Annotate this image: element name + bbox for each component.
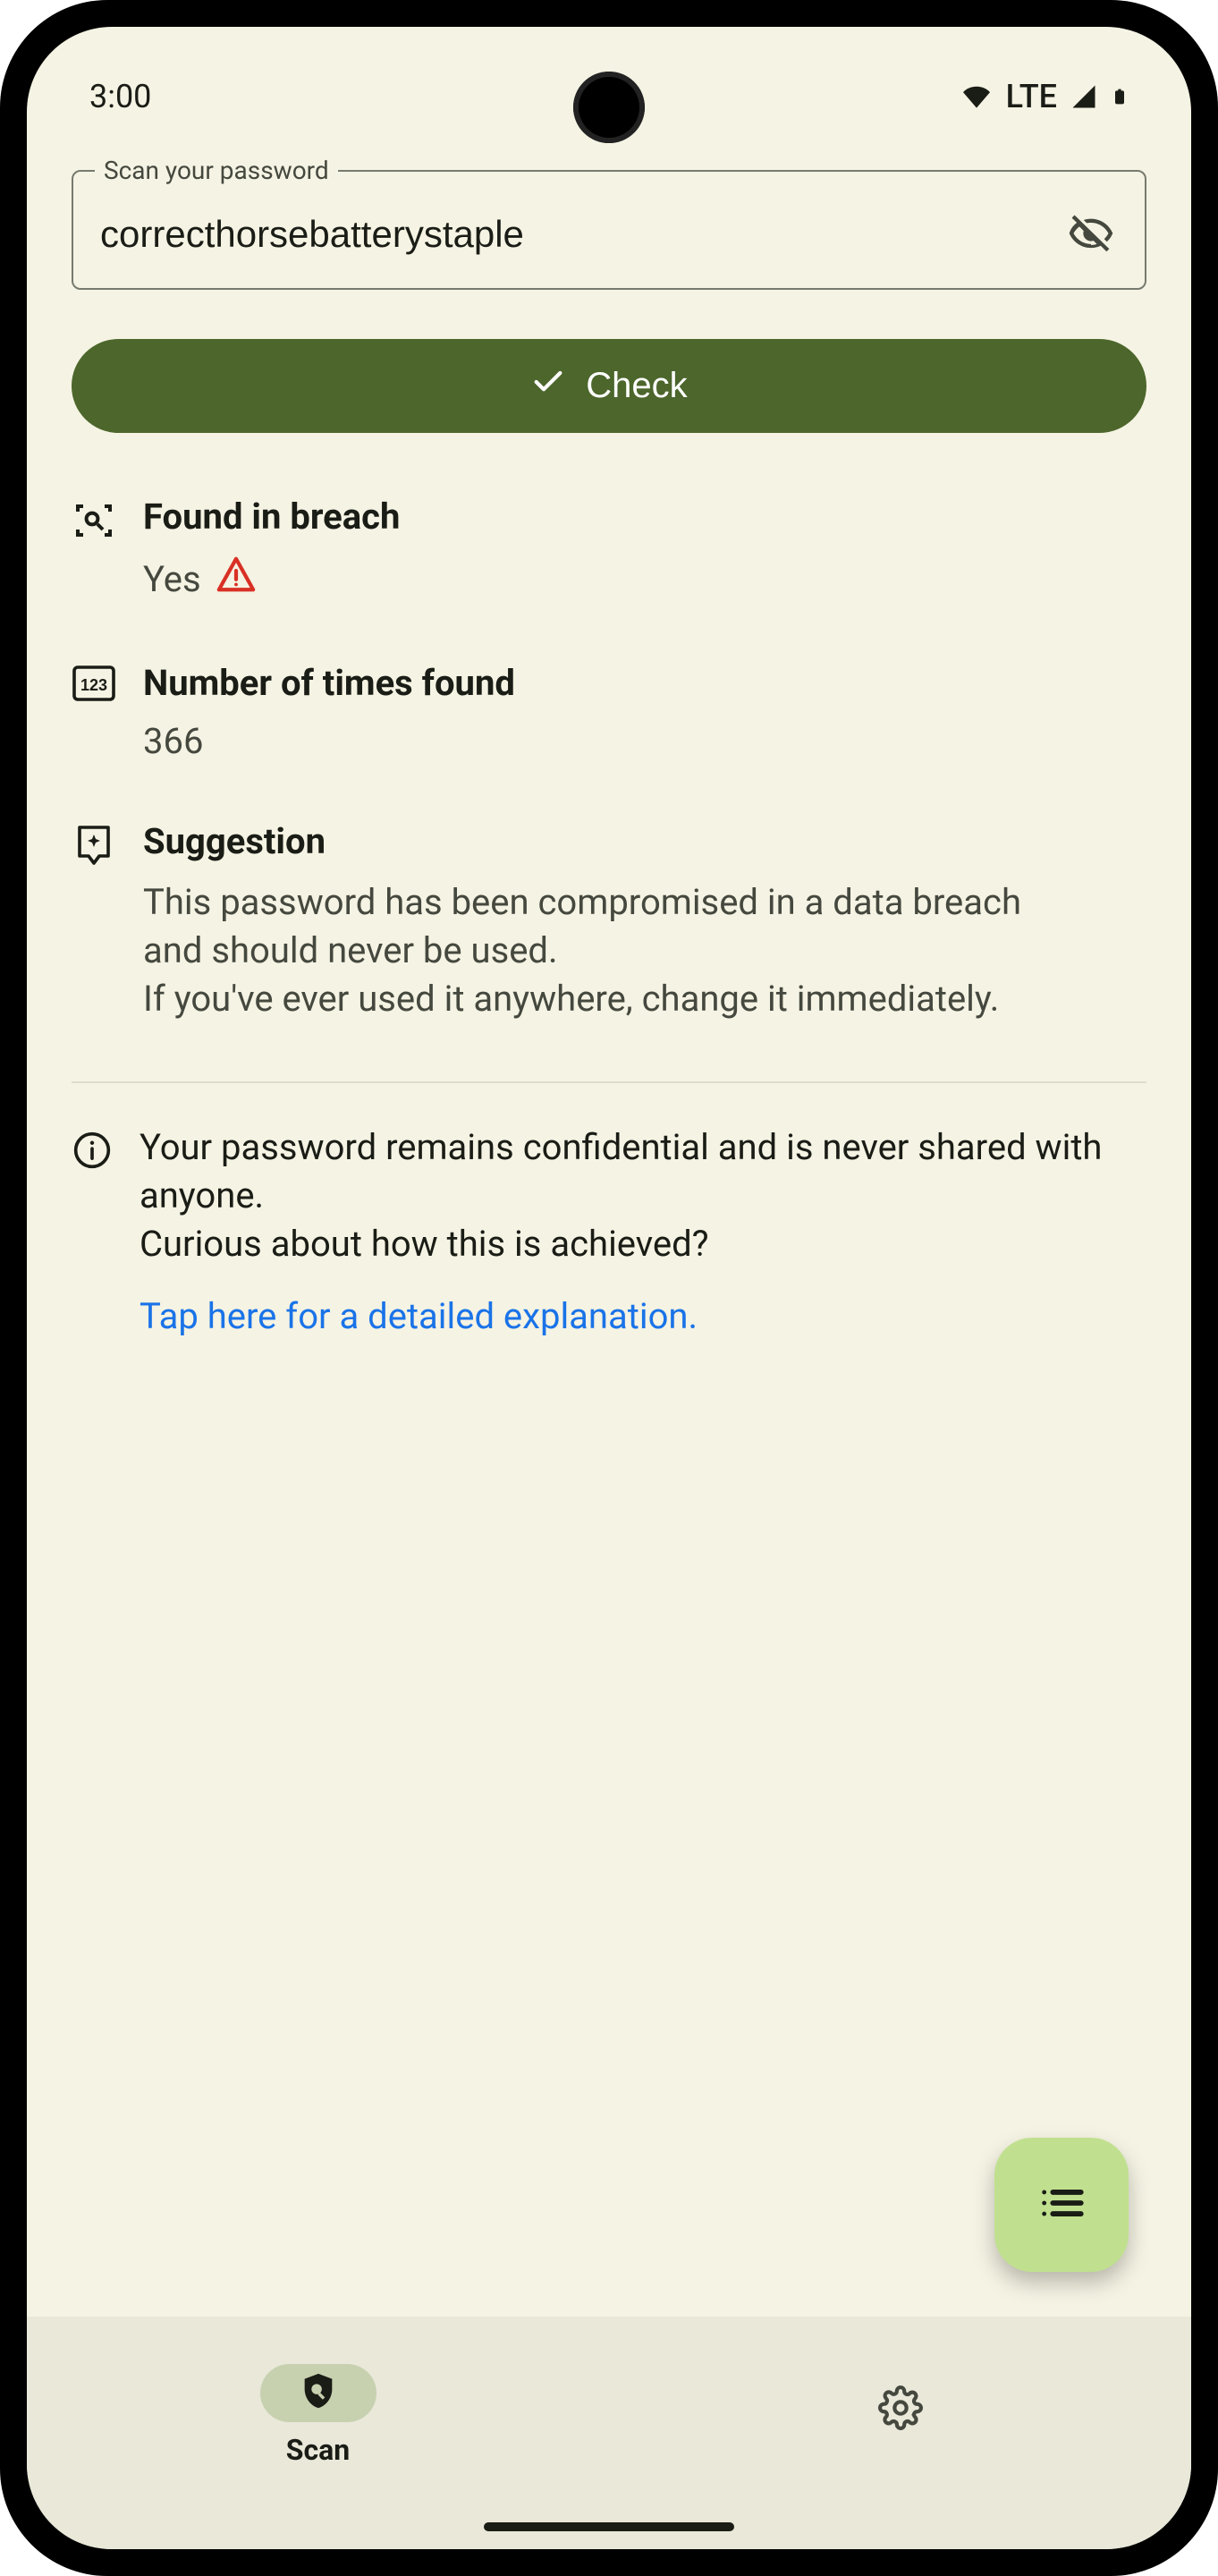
result-count-value: 366: [143, 720, 1146, 762]
check-button-label: Check: [586, 366, 687, 406]
status-time: 3:00: [89, 78, 151, 115]
password-input-label: Scan your password: [95, 156, 338, 185]
result-suggestion: Suggestion This password has been compro…: [72, 820, 1146, 1023]
number-icon: 123: [72, 662, 116, 762]
scan-icon: [72, 496, 116, 604]
gesture-bar[interactable]: [484, 2522, 734, 2531]
result-breach-value: Yes: [143, 558, 201, 600]
network-label: LTE: [1006, 78, 1057, 115]
warning-icon: [216, 554, 257, 604]
shield-scan-icon: [298, 2370, 339, 2415]
gear-icon: [878, 2385, 923, 2434]
nav-item-settings[interactable]: Settings: [609, 2317, 1191, 2549]
info-link[interactable]: Tap here for a detailed explanation.: [140, 1295, 1146, 1337]
status-icons: LTE: [960, 78, 1129, 115]
check-icon: [530, 364, 566, 409]
nav-scan-label: Scan: [286, 2433, 350, 2467]
result-suggestion-body: This password has been compromised in a …: [143, 878, 1037, 1023]
main-content: Scan your password Check: [27, 134, 1191, 1337]
info-text: Your password remains confidential and i…: [140, 1123, 1146, 1268]
bottom-nav: Scan Settings: [27, 2317, 1191, 2549]
result-count: 123 Number of times found 366: [72, 662, 1146, 762]
result-count-title: Number of times found: [143, 662, 1146, 704]
wifi-icon: [960, 83, 994, 110]
password-input-container[interactable]: Scan your password: [72, 170, 1146, 290]
results-section: Found in breach Yes 123 Nu: [72, 433, 1146, 1337]
screen: 3:00 LTE Scan your password: [27, 27, 1191, 2549]
svg-text:123: 123: [80, 676, 107, 694]
signal-icon: [1070, 83, 1098, 110]
password-input[interactable]: [100, 213, 1064, 256]
result-breach: Found in breach Yes: [72, 496, 1146, 604]
suggestion-icon: [72, 820, 116, 1023]
fab-list-button[interactable]: [994, 2138, 1129, 2272]
battery-icon: [1111, 82, 1129, 111]
nav-item-scan[interactable]: Scan: [27, 2317, 609, 2549]
device-frame: 3:00 LTE Scan your password: [0, 0, 1218, 2576]
divider: [72, 1081, 1146, 1083]
info-section: Your password remains confidential and i…: [72, 1123, 1146, 1337]
check-button[interactable]: Check: [72, 339, 1146, 433]
visibility-toggle-icon[interactable]: [1064, 208, 1118, 261]
info-icon: [72, 1123, 113, 1170]
result-suggestion-title: Suggestion: [143, 820, 1146, 862]
result-breach-title: Found in breach: [143, 496, 1146, 538]
camera-cutout: [573, 72, 645, 143]
list-icon: [1036, 2177, 1087, 2233]
